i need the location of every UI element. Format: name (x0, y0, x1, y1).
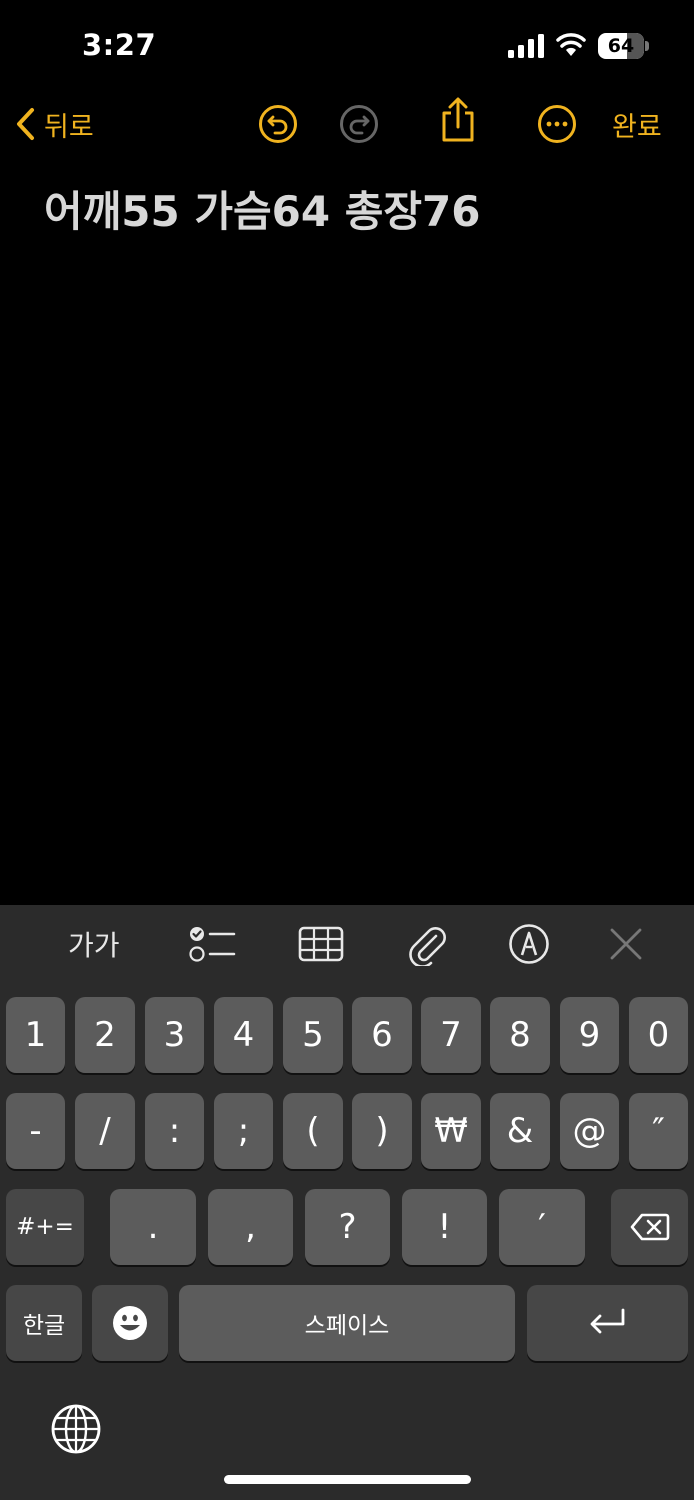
emoji-icon (113, 1306, 147, 1340)
note-text[interactable]: 어깨55 가슴64 총장76 (44, 178, 664, 239)
share-button[interactable] (436, 97, 480, 142)
markup-button[interactable] (508, 922, 550, 966)
key-5[interactable]: 5 (283, 997, 343, 1073)
share-icon (442, 97, 474, 142)
space-key[interactable]: 스페이스 (179, 1285, 515, 1361)
key-1[interactable]: 1 (6, 997, 65, 1073)
globe-icon[interactable] (50, 1403, 102, 1455)
key-ampersand[interactable]: & (490, 1093, 550, 1169)
text-format-button[interactable]: 가가 (68, 922, 120, 966)
more-button[interactable] (535, 102, 579, 146)
symbols-key[interactable]: #+= (6, 1189, 84, 1265)
language-key[interactable]: 한글 (6, 1285, 82, 1361)
key-colon[interactable]: : (145, 1093, 204, 1169)
key-4[interactable]: 4 (214, 997, 273, 1073)
table-icon (298, 926, 344, 962)
cellular-signal-icon (508, 34, 544, 58)
return-key[interactable] (527, 1285, 688, 1361)
key-comma[interactable]: , (208, 1189, 293, 1265)
redo-button[interactable] (337, 102, 381, 146)
close-toolbar-button[interactable] (608, 922, 644, 966)
back-button[interactable]: 뒤로 (14, 102, 94, 146)
undo-button[interactable] (256, 102, 300, 146)
key-open-paren[interactable]: ( (283, 1093, 343, 1169)
battery-icon: 64 (598, 33, 650, 59)
key-7[interactable]: 7 (421, 997, 481, 1073)
attachment-button[interactable] (406, 922, 448, 966)
done-button[interactable]: 완료 (612, 102, 662, 146)
markup-icon (509, 924, 549, 964)
key-exclamation[interactable]: ! (402, 1189, 487, 1265)
undo-icon (259, 105, 297, 143)
formatting-toolbar: 가가 (0, 905, 694, 983)
key-slash[interactable]: / (75, 1093, 135, 1169)
key-apostrophe[interactable]: ′ (499, 1189, 585, 1265)
key-9[interactable]: 9 (560, 997, 619, 1073)
key-period[interactable]: . (110, 1189, 196, 1265)
emoji-key[interactable] (92, 1285, 168, 1361)
back-label: 뒤로 (44, 111, 94, 143)
battery-level: 64 (607, 35, 635, 57)
checklist-icon (189, 927, 236, 962)
key-close-paren[interactable]: ) (352, 1093, 412, 1169)
close-icon (610, 928, 642, 960)
key-hyphen[interactable]: - (6, 1093, 65, 1169)
key-at[interactable]: @ (560, 1093, 619, 1169)
key-double-quote[interactable]: ″ (629, 1093, 688, 1169)
table-button[interactable] (298, 922, 344, 966)
status-bar: 3:27 64 (0, 0, 694, 92)
key-semicolon[interactable]: ; (214, 1093, 273, 1169)
checklist-button[interactable] (188, 922, 236, 966)
keyboard: 1 2 3 4 5 6 7 8 9 0 - / : ; ( ) ₩ & @ ″ … (0, 983, 694, 1500)
redo-icon (340, 105, 378, 143)
key-0[interactable]: 0 (629, 997, 688, 1073)
status-time: 3:27 (82, 28, 157, 62)
key-2[interactable]: 2 (75, 997, 135, 1073)
key-question[interactable]: ? (305, 1189, 390, 1265)
home-indicator (224, 1475, 471, 1484)
delete-key[interactable] (611, 1189, 688, 1265)
note-editor[interactable]: 어깨55 가슴64 총장76 (44, 178, 664, 239)
key-3[interactable]: 3 (145, 997, 204, 1073)
key-6[interactable]: 6 (352, 997, 412, 1073)
chevron-left-icon (17, 108, 34, 140)
nav-bar: 뒤로 완료 (0, 92, 694, 156)
return-icon (590, 1308, 624, 1334)
more-icon (538, 105, 576, 143)
wifi-icon (556, 33, 586, 56)
key-8[interactable]: 8 (490, 997, 550, 1073)
key-won[interactable]: ₩ (421, 1093, 481, 1169)
notes-screen: 3:27 64 뒤로 완료 어깨55 가슴64 총장76 가가 1 2 3 4 … (0, 0, 694, 1500)
delete-icon (630, 1213, 669, 1241)
paperclip-icon (409, 927, 446, 966)
